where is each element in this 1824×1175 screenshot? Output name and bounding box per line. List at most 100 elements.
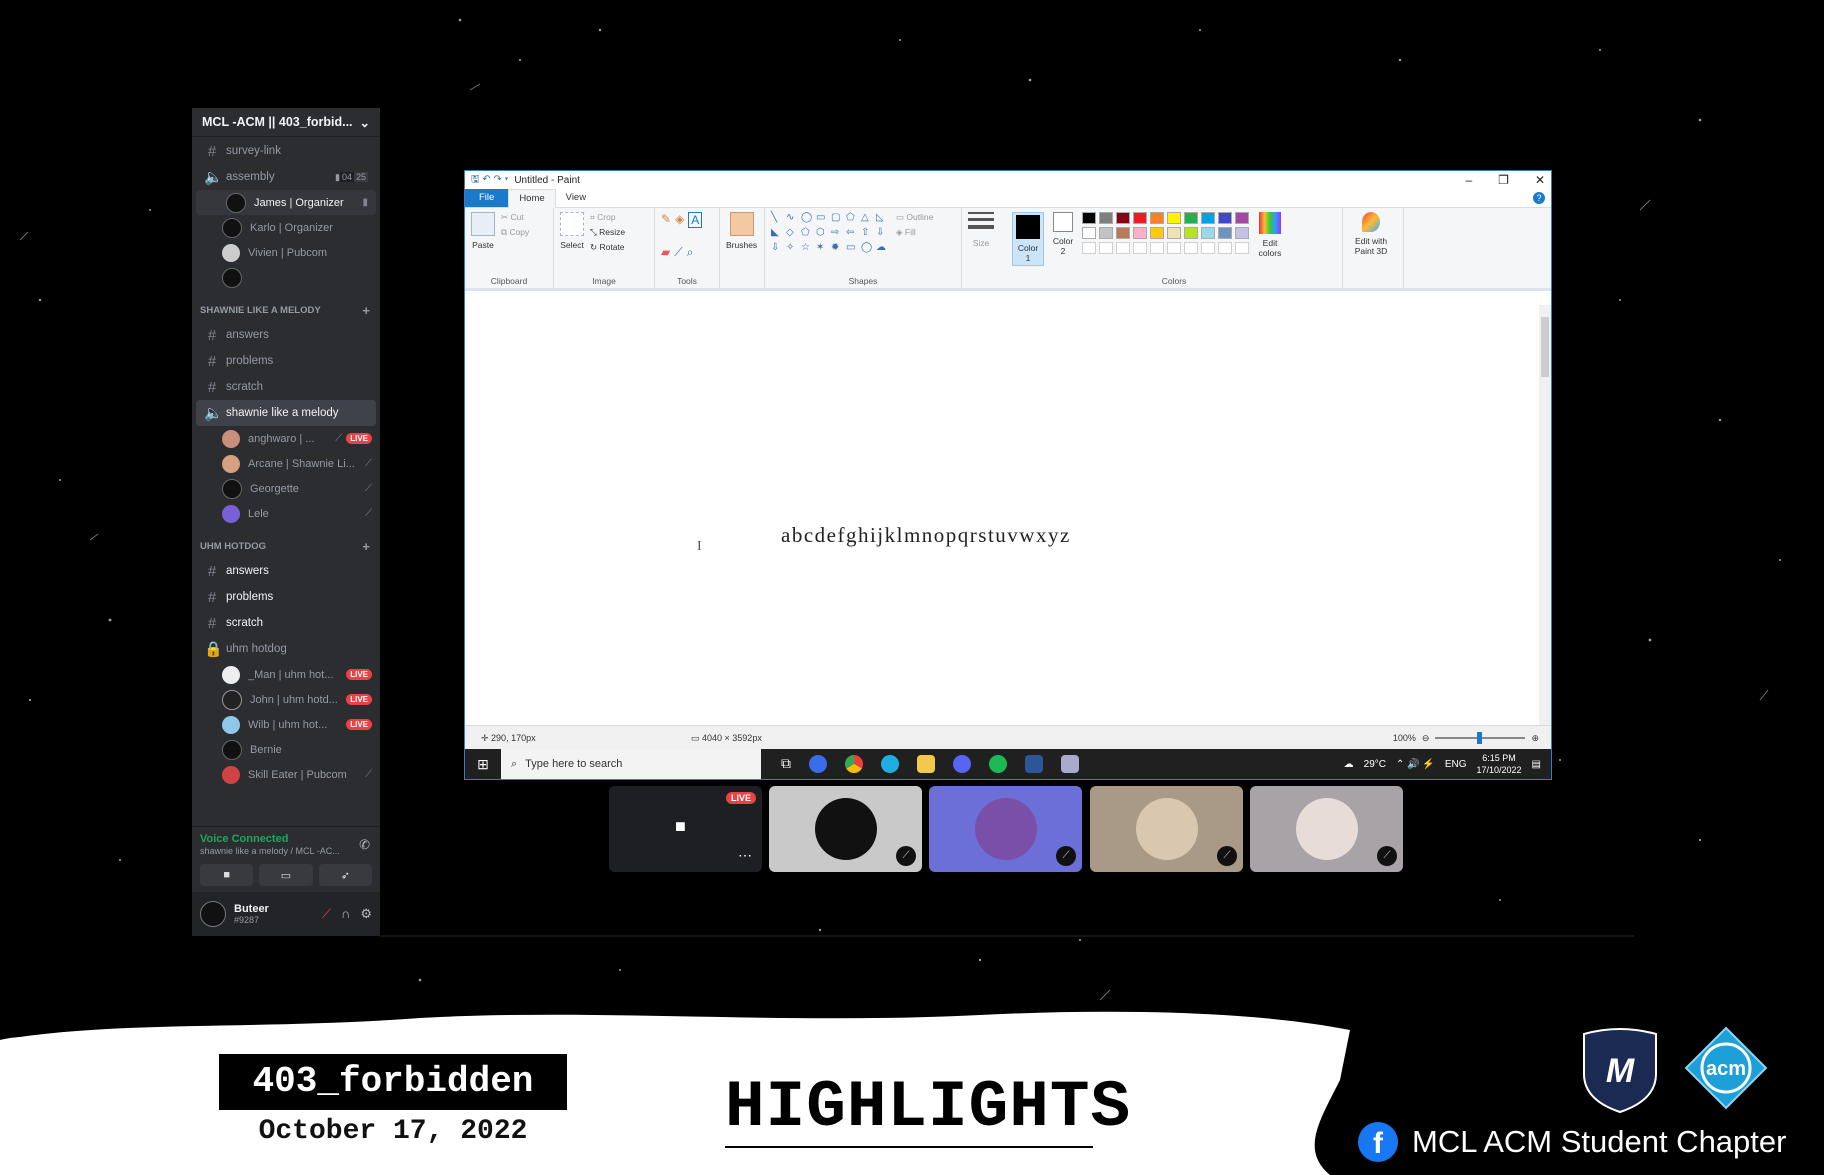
channel-scratch[interactable]: # scratch [196, 374, 376, 400]
minimize-icon[interactable]: – [1465, 173, 1472, 187]
custom-color-swatch[interactable] [1150, 242, 1164, 254]
select-button[interactable]: Select [560, 212, 584, 250]
magnifier-icon[interactable]: ⌕ [687, 245, 694, 260]
mic-off-icon[interactable]: ⟋ [322, 906, 331, 922]
headphones-icon[interactable]: ∩ [341, 906, 350, 922]
voice-user[interactable]: Skill Eater | Pubcom ⟋ [192, 762, 380, 787]
channel-survey-link[interactable]: # survey-link [196, 138, 376, 164]
resize-button[interactable]: ⤡ Resize [590, 227, 625, 238]
color-swatch[interactable] [1167, 227, 1181, 239]
participant-tile[interactable]: ⟋ [1090, 786, 1243, 872]
discord-icon[interactable] [953, 755, 971, 773]
spotify-icon[interactable] [989, 755, 1007, 773]
help-icon[interactable]: ? [1533, 192, 1545, 204]
color-swatch[interactable] [1201, 227, 1215, 239]
gear-icon[interactable]: ⚙ [360, 906, 372, 922]
screen-share-button[interactable]: ▭ [259, 864, 313, 886]
vertical-scrollbar[interactable] [1539, 305, 1551, 737]
plus-icon[interactable]: + [362, 539, 370, 554]
edit-colors-button[interactable]: Edit colors [1255, 212, 1285, 258]
voice-user[interactable]: Vivien | Pubcom [192, 240, 380, 265]
voice-channel-assembly[interactable]: 🔈 assembly ▮ 04 25 [196, 164, 376, 190]
fill-button[interactable]: ◈ Fill [896, 227, 933, 238]
color-swatch[interactable] [1133, 227, 1147, 239]
channel-scratch[interactable]: # scratch [196, 610, 376, 636]
zoom-slider[interactable] [1435, 732, 1526, 744]
category-header[interactable]: SHAWNIE LIKE A MELODY + [192, 298, 380, 322]
color-swatch[interactable] [1184, 227, 1198, 239]
avatar[interactable] [200, 901, 226, 927]
custom-color-swatch[interactable] [1167, 242, 1181, 254]
voice-user[interactable]: Wilb | uhm hot... LIVE [192, 712, 380, 737]
folder-icon[interactable] [917, 755, 935, 773]
voice-user[interactable]: Bernie [192, 737, 380, 762]
color-swatch[interactable] [1133, 212, 1147, 224]
color2-button[interactable]: Color 2 [1050, 212, 1076, 256]
channel-problems[interactable]: # problems [196, 584, 376, 610]
server-header[interactable]: MCL -ACM || 403_forbid... ⌄ [192, 108, 380, 137]
color-swatch[interactable] [1235, 227, 1249, 239]
participant-tile[interactable]: ⟋ [1250, 786, 1403, 872]
brushes-button[interactable]: Brushes [726, 212, 757, 250]
voice-user[interactable]: Karlo | Organizer [192, 215, 380, 240]
custom-color-swatch[interactable] [1218, 242, 1232, 254]
taskbar-search[interactable]: ⌕ Type here to search [501, 749, 761, 779]
weather-icon[interactable]: ☁ [1344, 759, 1354, 770]
channel-answers[interactable]: # answers [196, 322, 376, 348]
color-swatch[interactable] [1218, 212, 1232, 224]
tab-home[interactable]: Home [508, 188, 556, 208]
quick-access-icons[interactable]: 🖫 ↶ ↷ ▾ [471, 172, 508, 189]
custom-color-swatch[interactable] [1133, 242, 1147, 254]
voice-user[interactable]: James | Organizer ▮ [196, 190, 376, 215]
color-swatch[interactable] [1116, 212, 1130, 224]
custom-color-swatch[interactable] [1184, 242, 1198, 254]
custom-color-swatch[interactable] [1235, 242, 1249, 254]
color-swatch[interactable] [1235, 212, 1249, 224]
tab-file[interactable]: File [465, 189, 509, 207]
rotate-button[interactable]: ↻ Rotate [590, 242, 625, 253]
drawing-canvas[interactable]: abcdefghijklmnopqrstuvwxyz I [465, 305, 1551, 749]
color-swatch[interactable] [1082, 227, 1096, 239]
more-icon[interactable]: ⋯ [738, 847, 752, 864]
paste-button[interactable]: Paste [471, 212, 495, 250]
pencil-icon[interactable]: ✎ [661, 212, 671, 226]
paint-icon[interactable] [1061, 755, 1079, 773]
voice-user[interactable]: John | uhm hotd... LIVE [192, 687, 380, 712]
voice-user[interactable] [192, 265, 380, 290]
edge-icon[interactable] [881, 755, 899, 773]
participant-tile[interactable]: ⟋ [929, 786, 1082, 872]
notification-icon[interactable]: ▤ [1532, 759, 1541, 770]
tab-view[interactable]: View [556, 189, 596, 207]
color-swatch[interactable] [1150, 212, 1164, 224]
crop-button[interactable]: ⌗ Crop [590, 212, 625, 223]
camera-button[interactable]: ■ [200, 864, 254, 886]
scroll-thumb[interactable] [1541, 317, 1549, 377]
plus-icon[interactable]: + [362, 303, 370, 318]
custom-color-swatch[interactable] [1082, 242, 1096, 254]
color1-button[interactable]: Color 1 [1012, 212, 1044, 266]
color-swatch[interactable] [1218, 227, 1232, 239]
voice-channel-shawnie[interactable]: 🔈 shawnie like a melody [196, 400, 376, 426]
task-view-icon[interactable]: ⧉ [781, 755, 791, 773]
voice-user[interactable]: Arcane | Shawnie Li... ⟋ [192, 451, 380, 476]
color-swatch[interactable] [1184, 212, 1198, 224]
color-swatch[interactable] [1116, 227, 1130, 239]
picker-icon[interactable]: ⟋ [674, 245, 682, 260]
custom-color-swatch[interactable] [1116, 242, 1130, 254]
word-icon[interactable] [1025, 755, 1043, 773]
activity-button[interactable]: ➶ [318, 864, 372, 886]
color-swatch[interactable] [1150, 227, 1164, 239]
chrome-icon[interactable] [845, 755, 863, 773]
close-icon[interactable]: ✕ [1535, 173, 1545, 187]
tray-icons[interactable]: ⌃ 🔊 ⚡ [1396, 759, 1435, 770]
zoom-in-icon[interactable]: ⊕ [1531, 733, 1539, 744]
maximize-icon[interactable]: ❐ [1498, 173, 1509, 187]
participant-tile[interactable]: ⟋ [769, 786, 922, 872]
voice-user[interactable]: anghwaro | ... ⟋ LIVE [192, 426, 380, 451]
zoom-out-icon[interactable]: ⊖ [1422, 733, 1430, 744]
outline-button[interactable]: ▭ Outline [896, 212, 933, 223]
paint3d-button[interactable]: Edit with Paint 3D [1349, 212, 1393, 256]
custom-color-swatch[interactable] [1201, 242, 1215, 254]
color-swatch[interactable] [1099, 212, 1113, 224]
fill-icon[interactable]: ◈ [675, 212, 684, 226]
